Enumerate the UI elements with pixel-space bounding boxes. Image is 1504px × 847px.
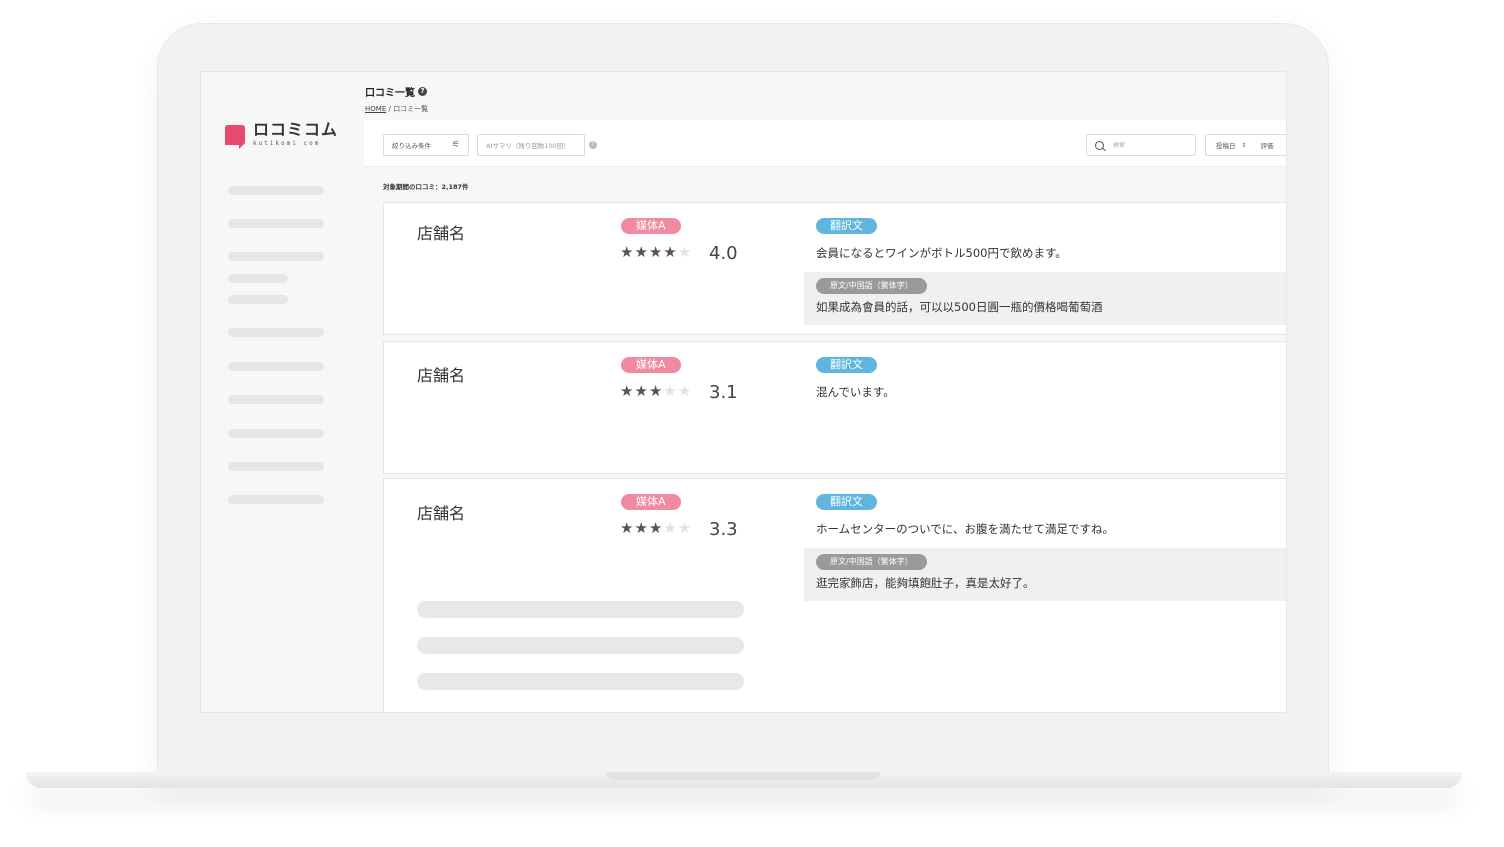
original-text-box: 原文/中国語（繁体字） 如果成為會員的話，可以以500日圓一瓶的價格喝葡萄酒	[804, 272, 1286, 325]
review-count: 対象期間の口コミ：2,187件	[383, 183, 469, 191]
star-filled-icon: ★	[620, 243, 635, 261]
search-box[interactable]	[1086, 134, 1196, 156]
translation-text: 会員になるとワインがボトル500円で飲めます。	[816, 246, 1067, 260]
page-header: 口コミ一覧 ? HOME / 口コミ一覧	[364, 72, 1286, 120]
loading-placeholder	[417, 637, 744, 654]
brand-logo[interactable]: ロコミコム kutikomi com	[225, 120, 339, 149]
sliders-icon: ⚟	[451, 140, 460, 150]
sidebar-item-placeholder[interactable]	[228, 362, 324, 371]
shop-name: 店舗名	[417, 504, 466, 523]
sidebar-item-placeholder[interactable]	[228, 495, 324, 504]
sort-select[interactable]: 投稿日 ⇕ 評価	[1205, 134, 1286, 156]
translation-text: 混んでいます。	[816, 385, 895, 399]
page-title-text: 口コミ一覧	[365, 88, 415, 99]
star-empty-icon: ★	[677, 519, 693, 537]
sort-rating-label[interactable]: 評価	[1261, 140, 1274, 150]
toolbar: 絞り込み条件 ⚟ AIサマリ（残り回数100回） ? 投稿日 ⇕ 評価	[364, 120, 1286, 167]
sidebar-item-placeholder[interactable]	[228, 252, 324, 261]
breadcrumb: HOME / 口コミ一覧	[365, 104, 428, 114]
filter-button-label: 絞り込み条件	[392, 142, 431, 150]
shop-name: 店舗名	[417, 366, 466, 385]
sidebar: ロコミコム kutikomi com	[201, 72, 364, 712]
translation-badge: 翻訳文	[816, 357, 877, 373]
review-list-area: 対象期間の口コミ：2,187件 店舗名 媒体A ★★★★★ 4.0 翻訳文 会員…	[364, 167, 1286, 712]
shop-name: 店舗名	[417, 224, 466, 243]
breadcrumb-separator: /	[388, 105, 391, 113]
star-filled-icon: ★	[663, 243, 678, 261]
star-filled-icon: ★	[634, 519, 649, 537]
page-title: 口コミ一覧 ?	[365, 84, 427, 99]
logo-sub-text: kutikomi com	[253, 140, 321, 147]
ai-summary-label: AIサマリ（残り回数100回）	[486, 142, 570, 150]
original-badge: 原文/中国語（繁体字）	[816, 278, 927, 294]
search-input[interactable]	[1113, 141, 1183, 149]
review-card[interactable]: 店舗名 媒体A ★★★★★ 3.1 翻訳文 混んでいます。	[383, 341, 1286, 474]
star-empty-icon: ★	[677, 243, 693, 261]
original-text: 如果成為會員的話，可以以500日圓一瓶的價格喝葡萄酒	[816, 300, 1103, 314]
star-rating: ★★★★★	[620, 382, 692, 400]
sidebar-item-placeholder[interactable]	[228, 186, 324, 195]
star-filled-icon: ★	[648, 382, 664, 400]
sidebar-item-placeholder[interactable]	[228, 395, 324, 404]
logo-mark-icon	[225, 124, 245, 149]
star-filled-icon: ★	[620, 382, 635, 400]
search-icon	[1095, 140, 1104, 150]
star-empty-icon: ★	[677, 382, 693, 400]
app-screen: ロコミコム kutikomi com 口コミ一覧 ? HOME / 口コミ一覧 …	[200, 71, 1287, 713]
logo-main-text: ロコミコム	[253, 120, 339, 139]
sidebar-item-placeholder[interactable]	[228, 429, 324, 438]
star-rating: ★★★★★	[620, 519, 692, 537]
star-empty-icon: ★	[663, 519, 678, 537]
rating-value: 4.0	[709, 243, 738, 264]
media-badge: 媒体A	[621, 218, 681, 234]
media-badge: 媒体A	[621, 357, 681, 373]
sidebar-item-placeholder[interactable]	[228, 219, 324, 228]
original-badge: 原文/中国語（繁体字）	[816, 554, 927, 570]
ai-help-icon[interactable]: ?	[589, 141, 597, 149]
review-card[interactable]: 店舗名 媒体A ★★★★★ 4.0 翻訳文 会員になるとワインがボトル500円で…	[383, 202, 1286, 335]
review-card[interactable]: 店舗名 媒体A ★★★★★ 3.3 翻訳文 ホームセンターのついでに、お腹を満た…	[383, 478, 1286, 712]
star-filled-icon: ★	[648, 243, 664, 261]
star-empty-icon: ★	[663, 382, 678, 400]
ai-summary-button[interactable]: AIサマリ（残り回数100回）	[477, 134, 585, 156]
sidebar-item-placeholder[interactable]	[228, 328, 324, 337]
loading-placeholder	[417, 673, 744, 690]
translation-badge: 翻訳文	[816, 218, 877, 234]
breadcrumb-current: 口コミ一覧	[393, 105, 429, 113]
sidebar-subitem-placeholder[interactable]	[228, 274, 288, 283]
filter-button[interactable]: 絞り込み条件 ⚟	[383, 134, 469, 156]
star-filled-icon: ★	[634, 382, 649, 400]
sort-arrows-icon: ⇕	[1241, 141, 1247, 149]
star-filled-icon: ★	[648, 519, 664, 537]
original-text: 逛完家飾店，能夠填飽肚子，真是太好了。	[816, 576, 1035, 590]
translation-text: ホームセンターのついでに、お腹を満たせて満足ですね。	[816, 522, 1114, 536]
logo-text: ロコミコム kutikomi com	[253, 120, 339, 148]
loading-placeholder	[417, 601, 744, 618]
rating-value: 3.1	[709, 382, 738, 403]
sidebar-item-placeholder[interactable]	[228, 462, 324, 471]
sort-date-label: 投稿日	[1216, 142, 1236, 150]
media-badge: 媒体A	[621, 494, 681, 510]
star-rating: ★★★★★	[620, 243, 692, 261]
laptop-notch	[606, 772, 880, 780]
sidebar-subitem-placeholder[interactable]	[228, 295, 288, 304]
breadcrumb-home-link[interactable]: HOME	[365, 105, 386, 113]
original-text-box: 原文/中国語（繁体字） 逛完家飾店，能夠填飽肚子，真是太好了。	[804, 548, 1286, 601]
star-filled-icon: ★	[620, 519, 635, 537]
rating-value: 3.3	[709, 519, 738, 540]
translation-badge: 翻訳文	[816, 494, 877, 510]
help-icon[interactable]: ?	[418, 87, 427, 96]
star-filled-icon: ★	[634, 243, 649, 261]
